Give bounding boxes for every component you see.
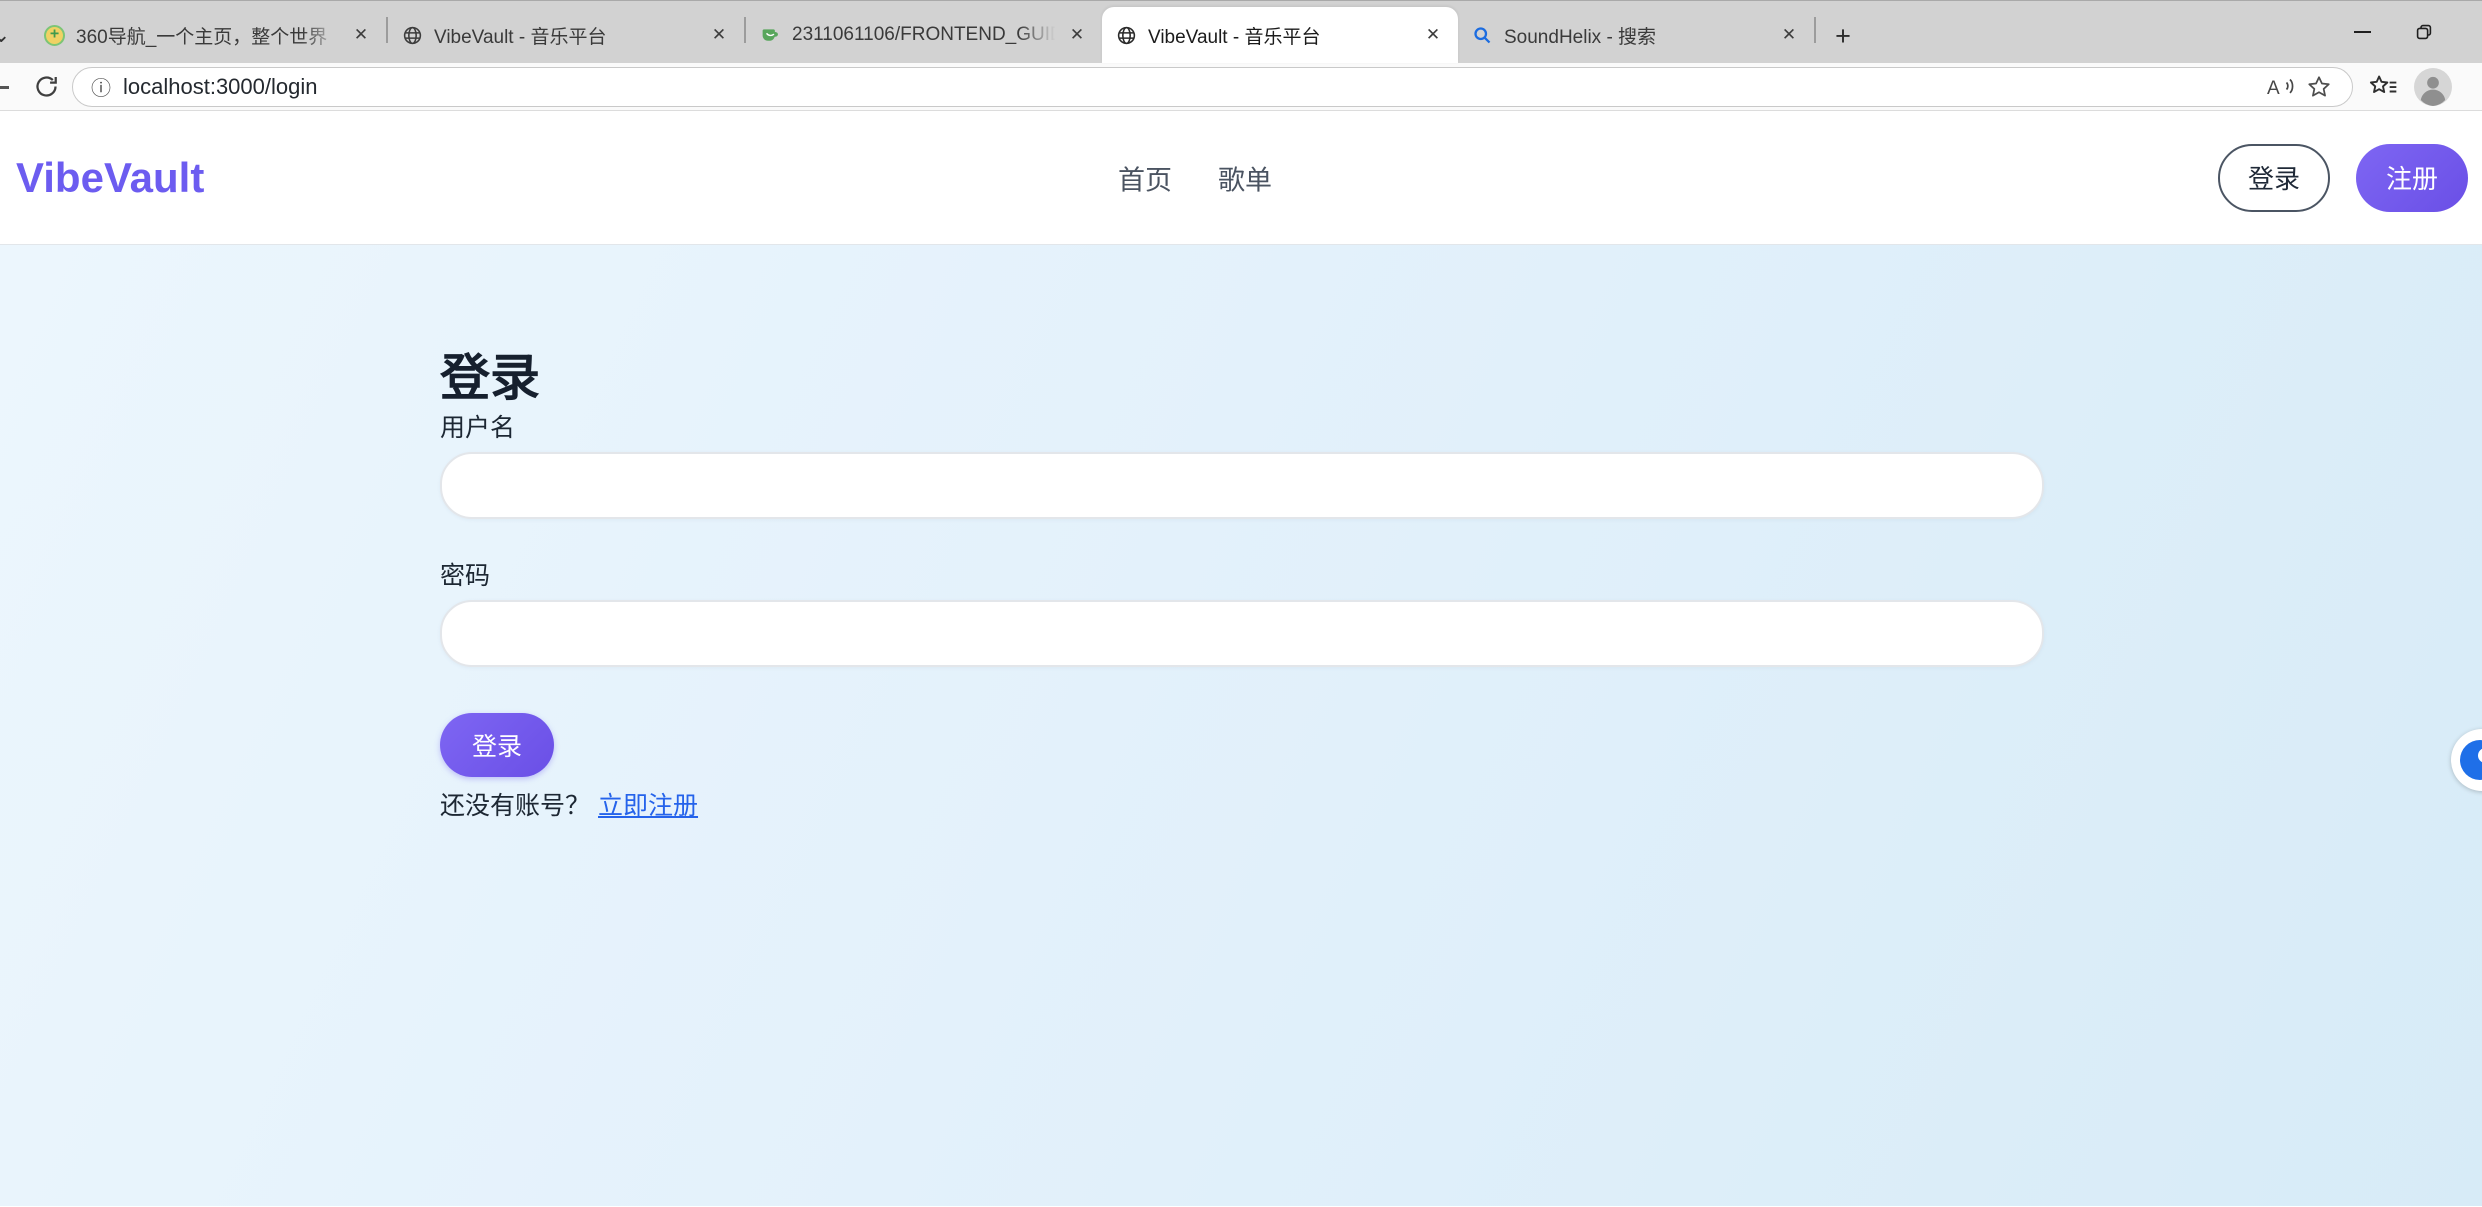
address-bar[interactable]: ⓘ localhost:3000/login A bbox=[72, 67, 2353, 107]
url-text: localhost:3000/login bbox=[123, 74, 317, 100]
tab-close-icon[interactable]: ✕ bbox=[348, 22, 374, 48]
nav-playlists-link[interactable]: 歌单 bbox=[1218, 158, 1272, 197]
star-icon bbox=[2306, 74, 2332, 100]
read-aloud-button[interactable]: A bbox=[2262, 70, 2300, 104]
username-input[interactable] bbox=[440, 452, 2044, 519]
360-nav-icon bbox=[44, 25, 65, 46]
page-title: 登录 bbox=[440, 349, 2482, 407]
no-account-text: 还没有账号？ bbox=[440, 792, 590, 820]
username-label: 用户名 bbox=[440, 413, 2482, 443]
header-register-button[interactable]: 注册 bbox=[2356, 144, 2468, 212]
favorites-collections-button[interactable] bbox=[2361, 67, 2405, 107]
tab-title: SoundHelix - 搜索 bbox=[1504, 22, 1770, 49]
titlebar-drag-area bbox=[1860, 1, 2331, 63]
tab-vibevault-1[interactable]: VibeVault - 音乐平台 ✕ bbox=[388, 7, 744, 63]
register-now-link[interactable]: 立即注册 bbox=[598, 792, 698, 820]
restore-icon bbox=[2416, 24, 2432, 40]
tab-title: 2311061106/FRONTEND_GUIDE.m bbox=[792, 24, 1058, 46]
tab-vibevault-active[interactable]: VibeVault - 音乐平台 ✕ bbox=[1102, 7, 1458, 63]
tab-title: 360导航_一个主页，整个世界 bbox=[76, 22, 342, 49]
nav-home-link[interactable]: 首页 bbox=[1118, 158, 1172, 197]
tab-separator bbox=[1814, 17, 1816, 43]
globe-icon bbox=[1116, 25, 1137, 46]
tab-close-icon[interactable]: ✕ bbox=[1420, 22, 1446, 48]
tab-360-nav[interactable]: 360导航_一个主页，整个世界 ✕ bbox=[30, 7, 386, 63]
refresh-button[interactable] bbox=[26, 67, 66, 107]
login-page: 登录 用户名 密码 登录 还没有账号？ 立即注册 bbox=[0, 245, 2482, 1206]
forward-arrow-partial-icon bbox=[0, 86, 9, 89]
tab-title: VibeVault - 音乐平台 bbox=[434, 22, 700, 49]
profile-avatar[interactable] bbox=[2413, 67, 2453, 107]
site-nav: 首页 歌单 bbox=[1118, 158, 1272, 197]
password-label: 密码 bbox=[440, 561, 2482, 591]
read-aloud-icon: A bbox=[2266, 74, 2296, 100]
gitee-icon bbox=[760, 25, 781, 46]
site-logo[interactable]: VibeVault bbox=[16, 154, 204, 202]
tab-frontend-guide[interactable]: 2311061106/FRONTEND_GUIDE.m ✕ bbox=[746, 7, 1102, 63]
password-input[interactable] bbox=[440, 600, 2044, 667]
star-list-icon bbox=[2368, 73, 2398, 100]
tab-search-chevron-icon[interactable]: ⌄ bbox=[0, 7, 22, 63]
tab-close-icon[interactable]: ✕ bbox=[1064, 22, 1090, 48]
site-info-icon[interactable]: ⓘ bbox=[91, 72, 111, 101]
form-footer: 还没有账号？ 立即注册 bbox=[440, 786, 2482, 822]
restore-button[interactable] bbox=[2393, 4, 2455, 60]
tab-title: VibeVault - 音乐平台 bbox=[1148, 22, 1414, 49]
tab-soundhelix-search[interactable]: SoundHelix - 搜索 ✕ bbox=[1458, 7, 1814, 63]
tab-strip: ⌄ 360导航_一个主页，整个世界 ✕ VibeVault - 音乐平台 ✕ 2… bbox=[0, 0, 2482, 63]
favorite-star-button[interactable] bbox=[2300, 70, 2338, 104]
tab-close-icon[interactable]: ✕ bbox=[706, 22, 732, 48]
assistant-ring-icon bbox=[2460, 740, 2482, 780]
search-icon bbox=[1472, 25, 1493, 46]
login-submit-button[interactable]: 登录 bbox=[440, 713, 554, 777]
header-login-button[interactable]: 登录 bbox=[2218, 144, 2330, 212]
site-header: VibeVault 首页 歌单 登录 注册 bbox=[0, 111, 2482, 245]
new-tab-button[interactable]: + bbox=[1826, 19, 1860, 53]
svg-text:A: A bbox=[2267, 78, 2280, 99]
globe-icon bbox=[402, 25, 423, 46]
minimize-button[interactable] bbox=[2331, 4, 2393, 60]
minimize-icon bbox=[2354, 31, 2371, 33]
refresh-icon bbox=[33, 73, 60, 100]
tab-close-icon[interactable]: ✕ bbox=[1776, 22, 1802, 48]
window-controls bbox=[2331, 0, 2482, 63]
avatar-icon bbox=[2414, 68, 2452, 106]
header-actions: 登录 注册 bbox=[2218, 144, 2468, 212]
browser-toolbar: ⓘ localhost:3000/login A bbox=[0, 63, 2482, 111]
